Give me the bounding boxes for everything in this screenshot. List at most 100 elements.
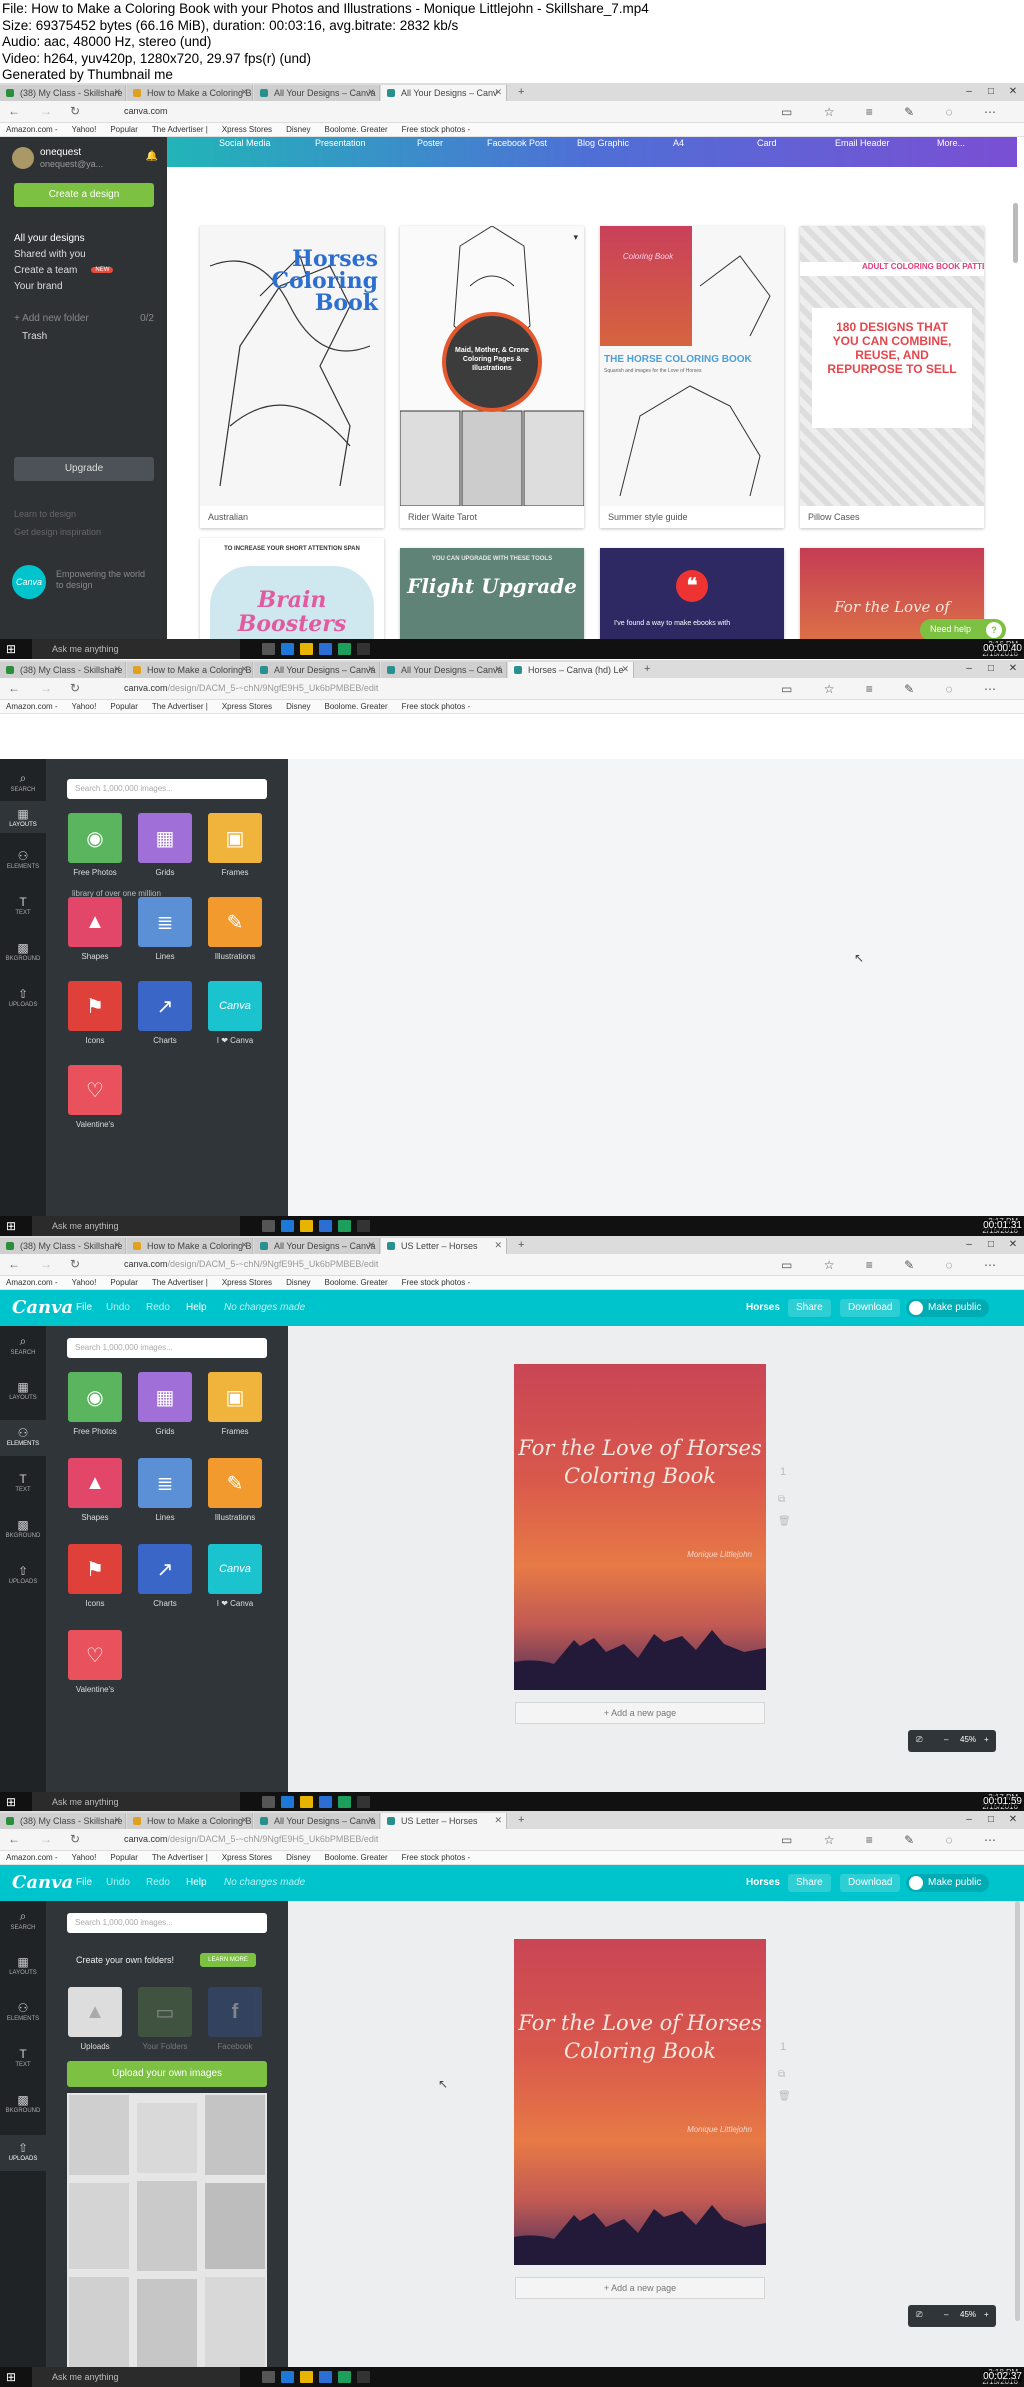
upgrade-button[interactable]: Upgrade [14,457,154,481]
rail-uploads[interactable]: ⇧ UPLOADS [0,987,46,1008]
design-card[interactable]: Horses Coloring Book Australian [200,226,384,528]
uploaded-image[interactable] [69,2095,129,2175]
bookmark[interactable]: Boolome. Greater [325,1851,388,1864]
new-tab-button[interactable]: + [518,86,524,98]
design-type[interactable]: Facebook Post [487,138,547,148]
add-page-button[interactable]: + Add a new page [515,1702,765,1724]
word-icon[interactable] [319,2371,332,2383]
design-card[interactable]: Maid, Mother, & Crone Coloring Pages & I… [400,226,584,528]
refresh-icon[interactable]: ↻ [70,1832,80,1846]
delete-page-icon[interactable]: 🗑 [778,2091,791,2102]
browser-tab[interactable]: (38) My Class - Skillshare ✕ [0,85,126,101]
add-page-button[interactable]: + Add a new page [515,2277,765,2299]
canva-logo[interactable]: Canva [12,1872,73,1893]
browser-tab[interactable]: All Your Designs – Canva ✕ [254,1238,380,1254]
word-icon[interactable] [319,643,332,655]
app-icon[interactable] [338,1220,351,1232]
uploaded-image[interactable] [137,2103,197,2173]
zoom-out-button[interactable]: – [944,2310,948,2319]
forward-icon[interactable]: → [40,1257,52,1271]
bookmark[interactable]: Boolome. Greater [325,123,388,136]
task-view-icon[interactable] [262,1796,275,1808]
new-tab-button[interactable]: + [644,663,650,675]
rail-background[interactable]: ▩ BKGROUND [0,2093,46,2114]
canva-logo[interactable]: Canva [12,1297,73,1318]
bookmark[interactable]: Amazon.com - [6,700,58,713]
url-field[interactable]: canva.com/design/DACM_5-~chN/9NgfE9H5_Uk… [124,683,378,693]
design-type[interactable]: A4 [673,138,684,148]
menu-file[interactable]: File [76,1877,92,1888]
uploaded-image[interactable] [137,2181,197,2271]
back-icon[interactable]: ← [8,1257,20,1271]
bookmark[interactable]: Free stock photos - [402,700,470,713]
design-card[interactable]: Coloring Book THE HORSE COLORING BOOK Sq… [600,226,784,528]
maximize-button[interactable]: □ [980,660,1002,678]
close-icon[interactable]: ✕ [494,664,502,675]
close-icon[interactable]: ✕ [494,1815,502,1826]
bookmark[interactable]: Amazon.com - [6,1851,58,1864]
menu-file[interactable]: File [76,1302,92,1313]
present-icon[interactable]: ⎚ [916,1735,922,1745]
bookmark[interactable]: Free stock photos - [402,1851,470,1864]
app-icon[interactable] [357,1796,370,1808]
rail-layouts[interactable]: ▦ LAYOUTS [0,801,46,833]
browser-tab[interactable]: (38) My Class - Skillshare ✕ [0,662,126,678]
browser-tab[interactable]: How to Make a Coloring Bo ✕ [127,1813,253,1829]
folder-icon[interactable] [300,643,313,655]
edge-icon[interactable] [281,1220,294,1232]
edge-icon[interactable] [281,2371,294,2383]
forward-icon[interactable]: → [40,1832,52,1846]
close-window-button[interactable]: ✕ [1002,83,1024,101]
chevron-down-icon[interactable]: ▾ [573,232,578,243]
windows-start-icon[interactable]: ⊞ [6,2371,18,2383]
browser-tab[interactable]: (38) My Class - Skillshare ✕ [0,1238,126,1254]
close-icon[interactable]: ✕ [113,1815,121,1826]
app-icon[interactable] [357,1220,370,1232]
delete-page-icon[interactable]: 🗑 [778,1516,791,1527]
close-window-button[interactable]: ✕ [1002,1236,1024,1254]
tile-frames[interactable]: ▣ Frames [208,813,262,877]
app-icon[interactable] [357,643,370,655]
close-icon[interactable]: ✕ [494,1240,502,1251]
app-icon[interactable] [338,643,351,655]
bookmark[interactable]: Free stock photos - [402,123,470,136]
browser-tab-active[interactable]: All Your Designs – Canv ✕ [381,85,507,101]
url-field[interactable]: canva.com/design/DACM_5-~chN/9NgfE9H5_Uk… [124,1259,378,1269]
user-profile[interactable]: onequest onequest@ya... 🔔 [12,145,162,175]
bookmark[interactable]: Disney [286,700,310,713]
sidebar-item-create-team[interactable]: Create a team NEW [14,265,114,276]
bookmark[interactable]: Free stock photos - [402,1276,470,1289]
bookmark[interactable]: Disney [286,1851,310,1864]
taskbar-search[interactable]: Ask me anything [32,639,240,659]
tile-illustrations[interactable]: ✎ Illustrations [208,1458,262,1522]
bookmark[interactable]: Popular [110,1276,138,1289]
browser-tab-active[interactable]: US Letter – Horses ✕ [381,1238,507,1254]
menu-undo[interactable]: Undo [106,1302,130,1313]
close-icon[interactable]: ✕ [494,87,502,98]
zoom-in-button[interactable]: + [984,1735,989,1744]
upload-source-uploads[interactable]: ▲ Uploads [68,1987,122,2051]
tile-shapes[interactable]: ▲ Shapes [68,1458,122,1522]
bookmark[interactable]: Popular [110,1851,138,1864]
bookmark[interactable]: Yahoo! [72,1276,97,1289]
scrollbar[interactable] [1015,1901,1020,2321]
tile-lines[interactable]: ≣ Lines [138,1458,192,1522]
close-icon[interactable]: ✕ [113,87,121,98]
create-design-button[interactable]: Create a design [14,183,154,207]
tile-icons[interactable]: ⚑ Icons [68,981,122,1045]
bookmark[interactable]: Boolome. Greater [325,1276,388,1289]
learn-link[interactable]: Learn to design [14,509,76,519]
tile-icons[interactable]: ⚑ Icons [68,1544,122,1608]
rail-text[interactable]: T TEXT [0,895,46,916]
minimize-button[interactable]: – [958,83,980,101]
bookmark[interactable]: The Advertiser | [152,1851,208,1864]
refresh-icon[interactable]: ↻ [70,104,80,118]
design-type[interactable]: Presentation [315,138,366,148]
sidebar-item-brand[interactable]: Your brand [14,281,63,292]
close-window-button[interactable]: ✕ [1002,1811,1024,1829]
bookmark[interactable]: Disney [286,123,310,136]
bookmark[interactable]: Xpress Stores [222,1276,272,1289]
new-tab-button[interactable]: + [518,1814,524,1826]
rail-layouts[interactable]: ▦ LAYOUTS [0,1380,46,1401]
menu-help[interactable]: Help [186,1877,207,1888]
